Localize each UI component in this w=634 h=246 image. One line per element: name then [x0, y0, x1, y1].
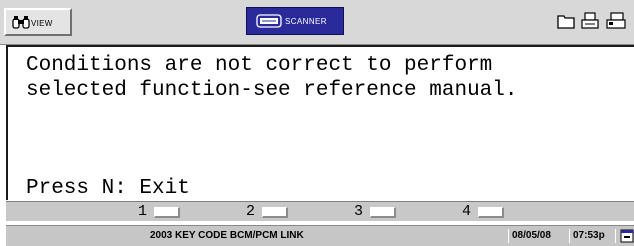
status-bar: 2003 KEY CODE BCM/PCM LINK 08/05/08 07:5… [6, 225, 634, 246]
status-separator [615, 229, 616, 243]
function-key-strip: 1 2 3 4 [6, 201, 634, 221]
function-key-indicator [262, 207, 288, 218]
function-key-indicator [370, 207, 396, 218]
printer-icon[interactable] [581, 12, 599, 30]
scanner-button[interactable]: SCANNER [246, 7, 344, 35]
calendar-icon[interactable] [620, 229, 634, 243]
condition-message: Conditions are not correct to perform se… [26, 54, 518, 102]
top-toolbar: VIEW SCANNER [0, 0, 634, 45]
binoculars-icon [12, 16, 30, 29]
message-panel: Conditions are not correct to perform se… [6, 45, 634, 200]
scanner-label: SCANNER [285, 17, 327, 26]
status-time: 07:53p [573, 230, 605, 241]
function-key-indicator [478, 207, 504, 218]
function-key-indicator [154, 207, 180, 218]
view-label: VIEW [31, 19, 53, 28]
function-key-label: 4 [462, 203, 472, 220]
function-key-label: 1 [138, 203, 148, 220]
scanner-icon [256, 14, 282, 28]
status-title: 2003 KEY CODE BCM/PCM LINK [150, 230, 304, 241]
folder-icon[interactable] [557, 12, 575, 30]
function-key-label: 3 [354, 203, 364, 220]
status-separator [508, 229, 509, 243]
print-preview-icon[interactable] [606, 12, 626, 30]
status-date: 08/05/08 [512, 230, 551, 241]
view-button[interactable]: VIEW [4, 8, 72, 36]
function-key-label: 2 [246, 203, 256, 220]
exit-prompt: Press N: Exit [26, 177, 190, 200]
status-separator [569, 229, 570, 243]
